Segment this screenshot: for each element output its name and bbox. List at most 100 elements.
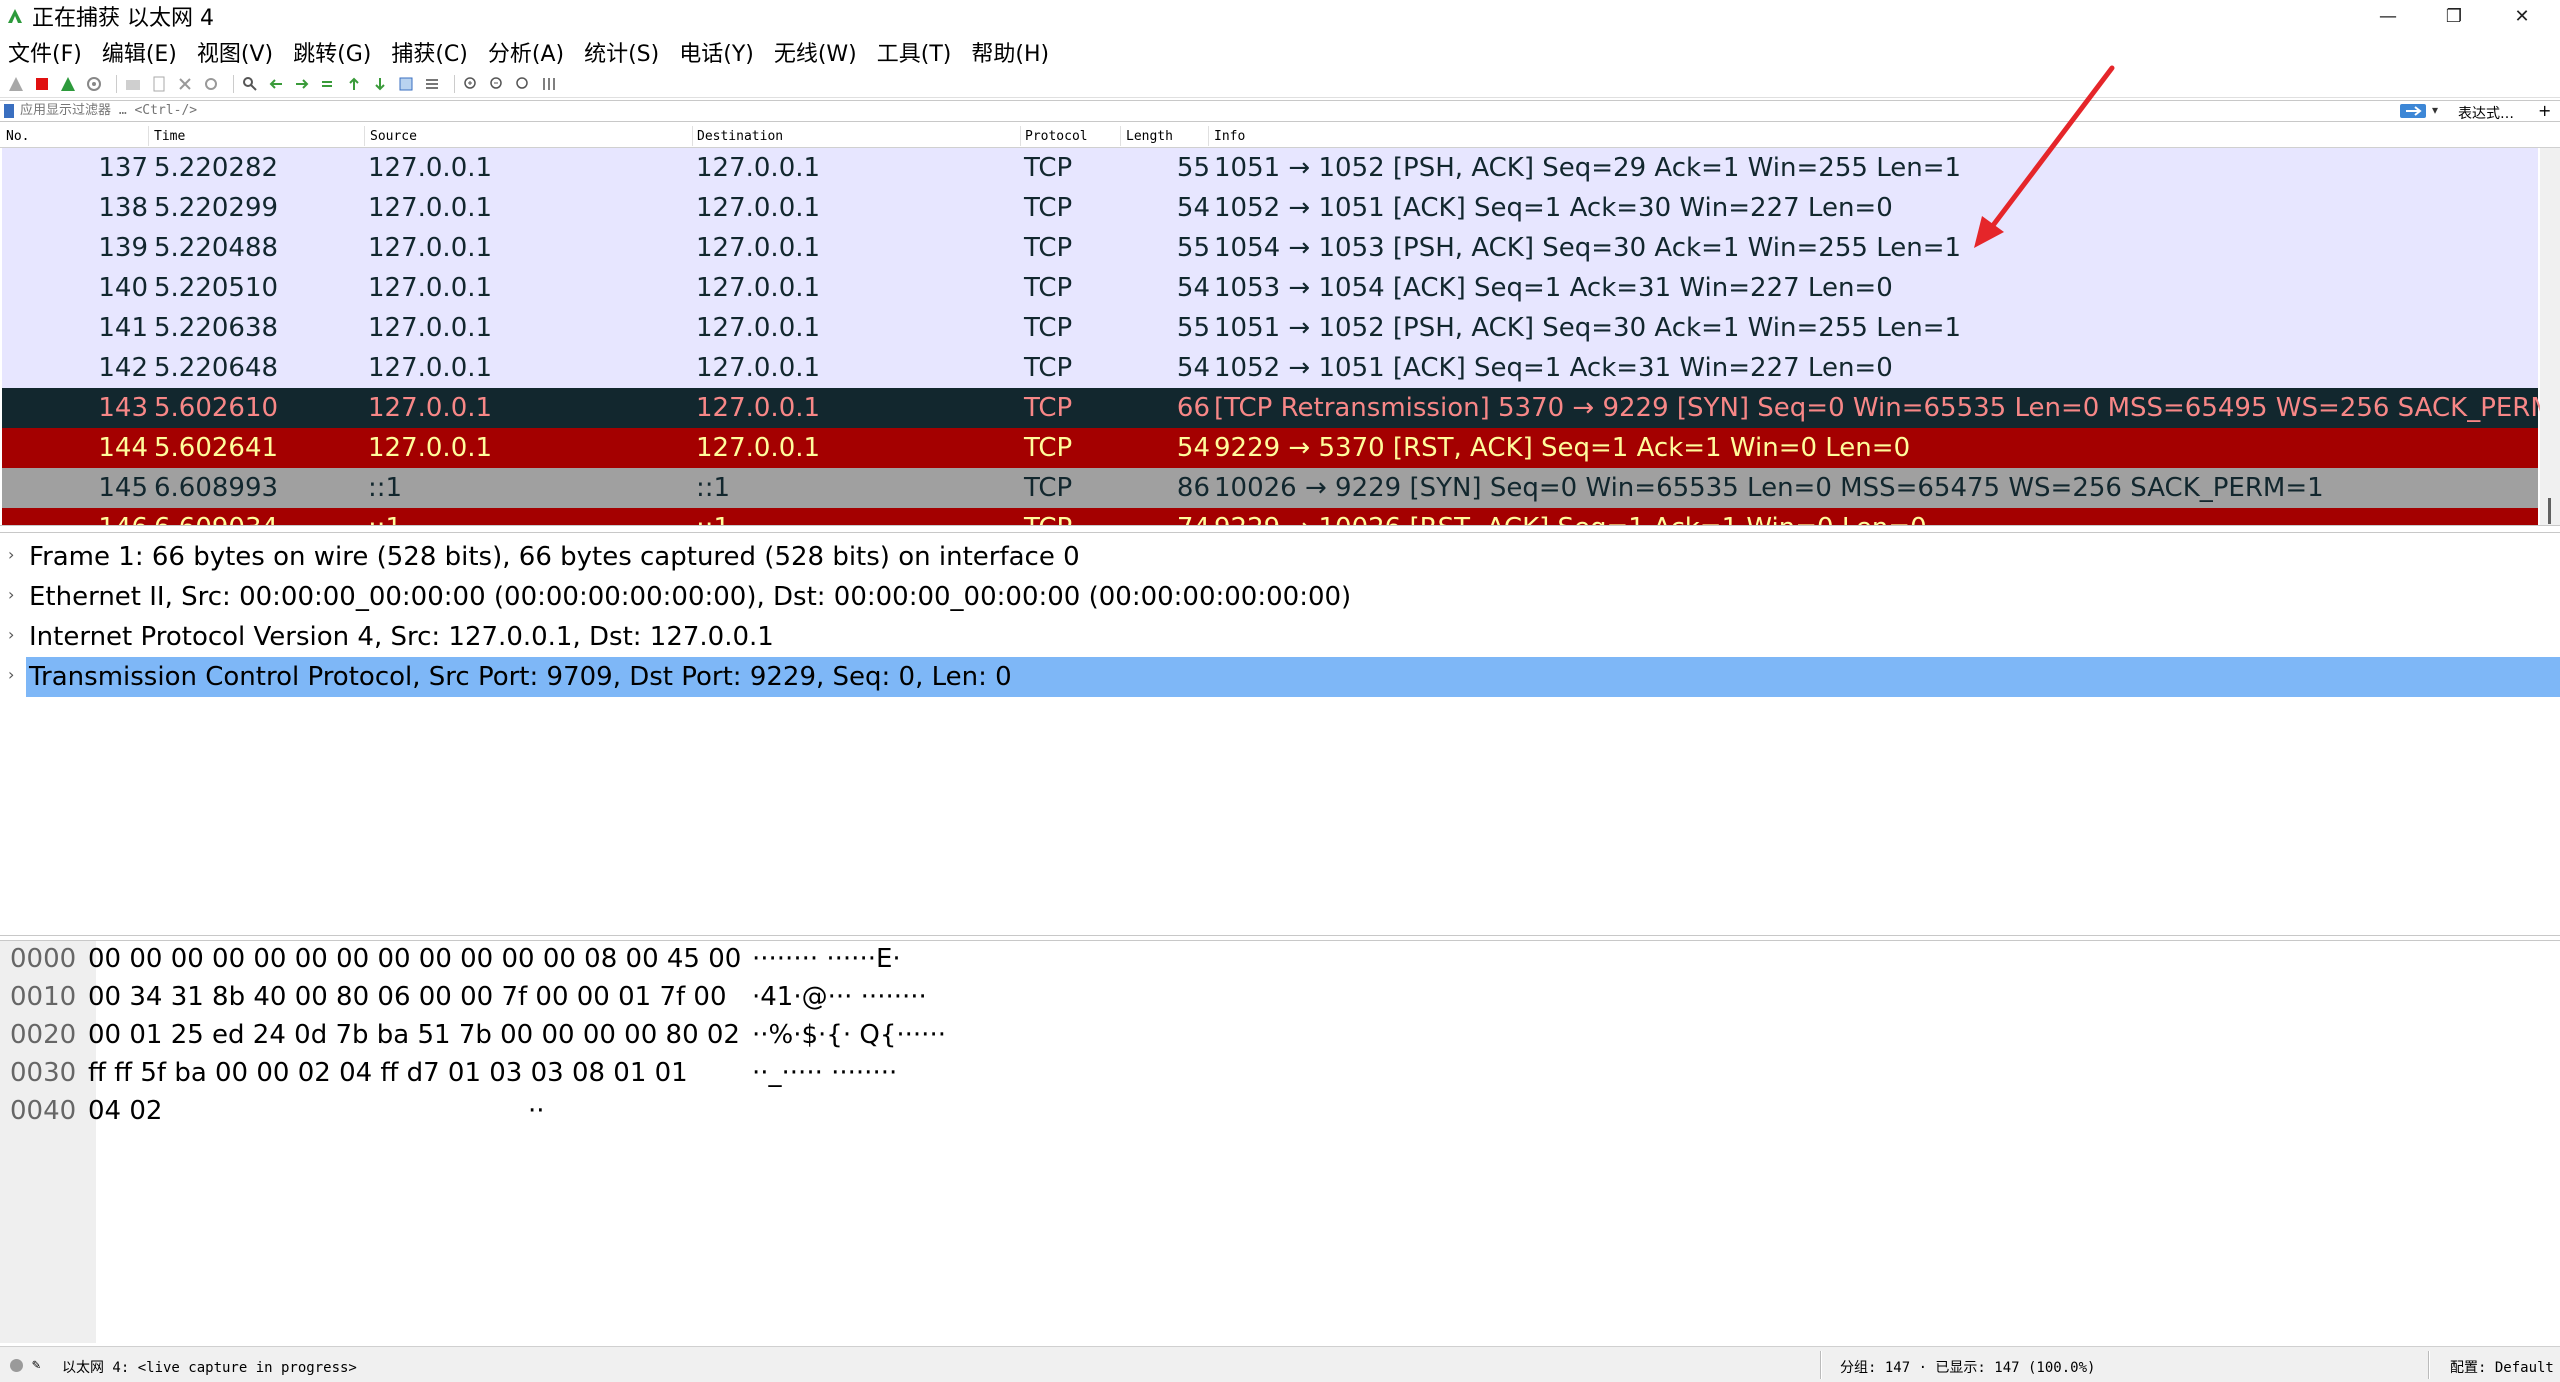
ascii-bytes[interactable]: ··%·$·{· Q{······ <box>752 1020 946 1050</box>
column-divider[interactable] <box>692 126 693 146</box>
packet-source: 127.0.0.1 <box>368 433 493 463</box>
hex-bytes[interactable]: 00 00 00 00 00 00 00 00 00 00 00 00 08 0… <box>88 944 741 974</box>
column-header-length[interactable]: Length <box>1126 129 1173 144</box>
status-divider[interactable] <box>2428 1351 2430 1379</box>
apply-filter-button[interactable] <box>2400 104 2426 118</box>
hex-row[interactable]: 0010 00 34 31 8b 40 00 80 06 00 00 7f 00… <box>0 979 2560 1017</box>
detail-row-frame[interactable]: › Frame 1: 66 bytes on wire (528 bits), … <box>0 537 2560 577</box>
packet-list-scrollbar[interactable] <box>2540 148 2560 525</box>
go-back-icon[interactable] <box>266 74 286 94</box>
packet-row[interactable]: 137 5.220282 127.0.0.1 127.0.0.1 TCP 55 … <box>2 148 2538 188</box>
packet-row[interactable]: 145 6.608993 ::1 ::1 TCP 86 10026 → 9229… <box>2 468 2538 508</box>
zoom-in-icon[interactable] <box>461 74 481 94</box>
ascii-bytes[interactable]: ·41·@··· ········ <box>752 982 927 1012</box>
packet-row[interactable]: 142 5.220648 127.0.0.1 127.0.0.1 TCP 54 … <box>2 348 2538 388</box>
column-divider[interactable] <box>1020 126 1021 146</box>
chevron-right-icon[interactable]: › <box>8 625 14 644</box>
detail-row-ethernet[interactable]: › Ethernet II, Src: 00:00:00_00:00:00 (0… <box>0 577 2560 617</box>
menu-view[interactable]: 视图(V) <box>197 36 273 68</box>
reload-file-icon[interactable] <box>201 74 221 94</box>
capture-options-icon[interactable] <box>84 74 104 94</box>
packet-row[interactable]: 140 5.220510 127.0.0.1 127.0.0.1 TCP 54 … <box>2 268 2538 308</box>
menu-tools[interactable]: 工具(T) <box>877 36 952 68</box>
minimize-button[interactable]: — <box>2358 0 2418 32</box>
packet-time: 6.608993 <box>154 473 279 503</box>
packet-row[interactable]: 146 6.609034 ::1 ::1 TCP 74 9229 → 10026… <box>2 508 2538 525</box>
menu-file[interactable]: 文件(F) <box>8 36 82 68</box>
start-capture-icon[interactable] <box>6 74 26 94</box>
hex-row[interactable]: 0040 04 02 ·· <box>0 1093 2560 1131</box>
menu-statistics[interactable]: 统计(S) <box>584 36 659 68</box>
hex-row[interactable]: 0000 00 00 00 00 00 00 00 00 00 00 00 00… <box>0 941 2560 979</box>
capture-comment-icon[interactable]: ✎ <box>32 1357 40 1373</box>
column-divider[interactable] <box>1208 126 1209 146</box>
column-header-time[interactable]: Time <box>154 129 185 144</box>
scrollbar-thumb[interactable] <box>2548 498 2551 524</box>
column-header-no[interactable]: No. <box>6 129 29 144</box>
hex-bytes[interactable]: 00 01 25 ed 24 0d 7b ba 51 7b 00 00 00 0… <box>88 1020 740 1050</box>
column-divider[interactable] <box>1120 126 1121 146</box>
packet-protocol: TCP <box>1024 233 1073 263</box>
menu-telephony[interactable]: 电话(Y) <box>679 36 754 68</box>
menu-help[interactable]: 帮助(H) <box>971 36 1049 68</box>
status-divider[interactable] <box>1820 1351 1822 1379</box>
packet-row[interactable]: 144 5.602641 127.0.0.1 127.0.0.1 TCP 54 … <box>2 428 2538 468</box>
menu-wireless[interactable]: 无线(W) <box>774 36 857 68</box>
colorize-icon[interactable] <box>422 74 442 94</box>
column-header-source[interactable]: Source <box>370 129 417 144</box>
menu-edit[interactable]: 编辑(E) <box>102 36 177 68</box>
detail-row-tcp[interactable]: › Transmission Control Protocol, Src Por… <box>8 657 2560 697</box>
restart-capture-icon[interactable] <box>58 74 78 94</box>
expression-button[interactable]: 表达式… <box>2458 103 2514 123</box>
chevron-right-icon[interactable]: › <box>8 665 14 684</box>
hex-row[interactable]: 0020 00 01 25 ed 24 0d 7b ba 51 7b 00 00… <box>0 1017 2560 1055</box>
close-button[interactable]: ✕ <box>2492 0 2552 32</box>
find-packet-icon[interactable] <box>240 74 260 94</box>
go-forward-icon[interactable] <box>292 74 312 94</box>
restore-button[interactable]: ❐ <box>2424 0 2484 32</box>
toolbar-separator <box>116 74 117 93</box>
resize-columns-icon[interactable] <box>539 74 559 94</box>
autoscroll-icon[interactable] <box>396 74 416 94</box>
ascii-bytes[interactable]: ········ ······E· <box>752 944 901 974</box>
chevron-right-icon[interactable]: › <box>8 585 14 604</box>
filter-history-dropdown-icon[interactable]: ▾ <box>2432 103 2438 117</box>
profile-text[interactable]: 配置: Default <box>2450 1357 2554 1377</box>
save-file-icon[interactable] <box>149 74 169 94</box>
hex-row[interactable]: 0030 ff ff 5f ba 00 00 02 04 ff d7 01 03… <box>0 1055 2560 1093</box>
hex-bytes[interactable]: ff ff 5f ba 00 00 02 04 ff d7 01 03 03 0… <box>88 1058 688 1088</box>
packet-row[interactable]: 141 5.220638 127.0.0.1 127.0.0.1 TCP 55 … <box>2 308 2538 348</box>
packet-info: 1053 → 1054 [ACK] Seq=1 Ack=31 Win=227 L… <box>1214 273 1893 303</box>
packet-row[interactable]: 138 5.220299 127.0.0.1 127.0.0.1 TCP 54 … <box>2 188 2538 228</box>
column-header-destination[interactable]: Destination <box>697 129 783 144</box>
column-header-protocol[interactable]: Protocol <box>1025 129 1088 144</box>
ascii-bytes[interactable]: ··_····· ········ <box>752 1058 897 1088</box>
packet-row[interactable]: 143 5.602610 127.0.0.1 127.0.0.1 TCP 66 … <box>2 388 2560 428</box>
packet-source: 127.0.0.1 <box>368 233 493 263</box>
zoom-out-icon[interactable] <box>487 74 507 94</box>
packet-row[interactable]: 139 5.220488 127.0.0.1 127.0.0.1 TCP 55 … <box>2 228 2538 268</box>
column-divider[interactable] <box>148 126 149 146</box>
menu-go[interactable]: 跳转(G) <box>293 36 371 68</box>
stop-capture-icon[interactable] <box>32 74 52 94</box>
column-divider[interactable] <box>364 126 365 146</box>
menu-analyze[interactable]: 分析(A) <box>488 36 564 68</box>
hex-bytes[interactable]: 04 02 <box>88 1096 162 1126</box>
packet-info: 9229 → 10026 [RST, ACK] Seq=1 Ack=1 Win=… <box>1214 513 1927 525</box>
menu-capture[interactable]: 捕获(C) <box>391 36 468 68</box>
packet-destination: 127.0.0.1 <box>696 433 821 463</box>
add-filter-button[interactable]: + <box>2538 101 2551 120</box>
last-packet-icon[interactable] <box>370 74 390 94</box>
capture-status-icon[interactable] <box>10 1359 23 1372</box>
go-to-packet-icon[interactable] <box>318 74 338 94</box>
ascii-bytes[interactable]: ·· <box>528 1096 545 1126</box>
close-file-icon[interactable] <box>175 74 195 94</box>
detail-row-ipv4[interactable]: › Internet Protocol Version 4, Src: 127.… <box>0 617 2560 657</box>
chevron-right-icon[interactable]: › <box>8 545 14 564</box>
zoom-reset-icon[interactable] <box>513 74 533 94</box>
column-header-info[interactable]: Info <box>1214 129 1245 144</box>
filter-bookmark-icon[interactable] <box>4 104 14 118</box>
first-packet-icon[interactable] <box>344 74 364 94</box>
open-file-icon[interactable] <box>123 74 143 94</box>
hex-bytes[interactable]: 00 34 31 8b 40 00 80 06 00 00 7f 00 00 0… <box>88 982 727 1012</box>
